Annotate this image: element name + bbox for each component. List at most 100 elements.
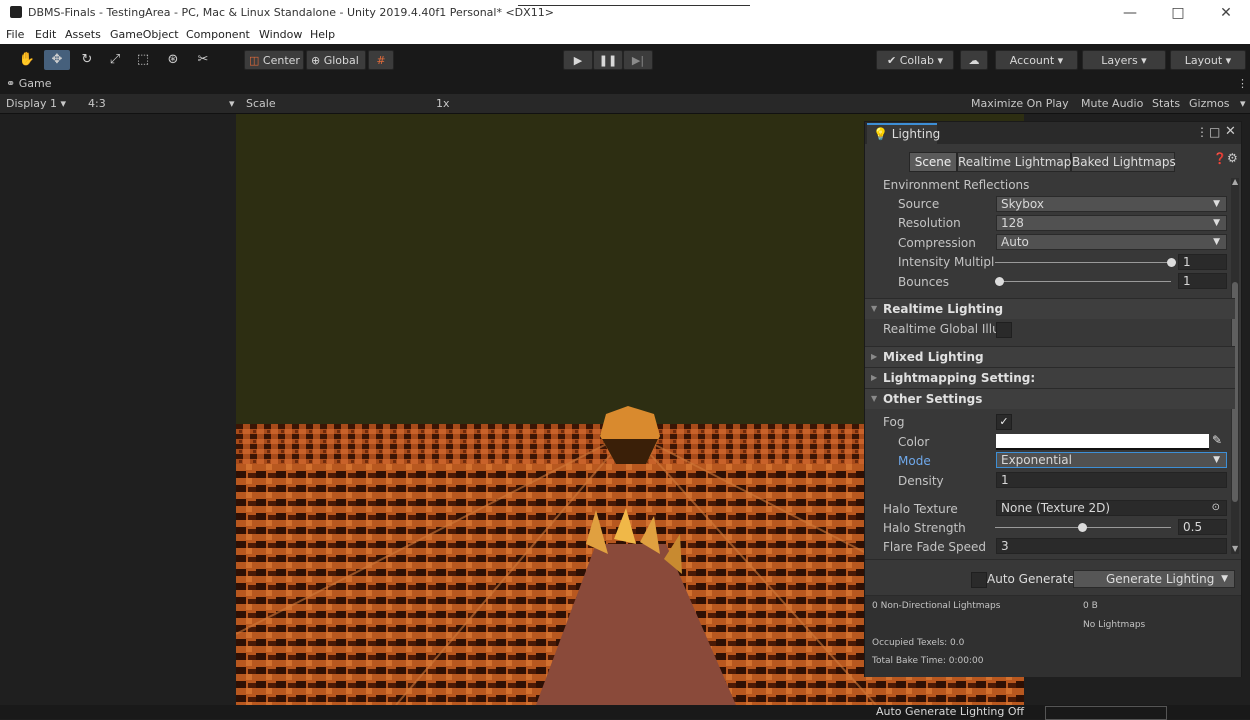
minimize-button[interactable]: — — [1110, 3, 1150, 23]
compression-dropdown[interactable]: Auto ▼ — [996, 234, 1227, 250]
menu-file[interactable]: File — [6, 28, 24, 41]
space-toggle[interactable]: ⊕ Global — [306, 50, 366, 70]
collab-label: Collab — [899, 54, 934, 67]
bounces-label: Bounces — [898, 275, 950, 289]
collab-dropdown[interactable]: ✔ Collab ▾ — [876, 50, 954, 70]
stats-toggle[interactable]: Stats — [1152, 97, 1180, 110]
mixed-lighting-foldout[interactable]: ▶ Mixed Lighting — [865, 346, 1235, 367]
help-icon[interactable]: ❓ — [1213, 152, 1227, 165]
hand-tool-icon[interactable]: ✋ — [14, 50, 40, 70]
object-picker-icon[interactable]: ⊙ — [1212, 501, 1220, 515]
lighting-tab-label: Lighting — [891, 127, 941, 141]
more-options-icon[interactable]: ⋮ — [1196, 125, 1208, 139]
scroll-up-icon[interactable]: ▲ — [1232, 177, 1238, 186]
settings-gear-icon[interactable]: ⚙ — [1227, 151, 1238, 165]
layout-label: Layout — [1184, 54, 1223, 67]
aspect-arrow-icon[interactable]: ▾ — [229, 97, 235, 110]
flare-fade-field[interactable]: 3 — [996, 538, 1227, 554]
halo-strength-field[interactable]: 0.5 — [1178, 519, 1227, 535]
realtime-gi-checkbox[interactable] — [996, 322, 1012, 338]
display-dropdown[interactable]: Display 1 ▾ — [6, 97, 66, 110]
maximize-panel-icon[interactable]: □ — [1209, 125, 1220, 139]
snap-grid-icon[interactable]: # — [368, 50, 394, 70]
dropdown-arrow-icon: ▼ — [1213, 199, 1220, 209]
tab-lighting[interactable]: 💡 Lighting — [867, 123, 940, 144]
intensity-slider-track[interactable] — [995, 262, 1171, 263]
halo-texture-value: None (Texture 2D) — [1001, 501, 1111, 515]
tab-game[interactable]: ⚭ Game — [6, 77, 51, 90]
step-button[interactable]: ▶| — [623, 50, 653, 70]
compression-label: Compression — [898, 236, 976, 250]
rotate-tool-icon[interactable]: ↻ — [74, 50, 100, 70]
source-value: Skybox — [1001, 197, 1044, 211]
custom-tool-icon[interactable]: ✂ — [190, 50, 216, 70]
play-button[interactable]: ▶ — [563, 50, 593, 70]
account-dropdown[interactable]: Account ▾ — [995, 50, 1078, 70]
fog-color-swatch[interactable] — [996, 434, 1209, 450]
lightmapping-settings-foldout[interactable]: ▶ Lightmapping Setting: — [865, 367, 1235, 388]
account-label: Account — [1009, 54, 1055, 67]
panel-menu-icon[interactable]: ⋮ — [1237, 77, 1248, 90]
status-progress-box — [1045, 706, 1167, 720]
subtab-realtime-lightmaps[interactable]: Realtime Lightmaps — [957, 152, 1078, 172]
move-tool-icon[interactable]: ✥ — [44, 50, 70, 70]
game-tab-label: Game — [18, 77, 52, 90]
other-settings-foldout[interactable]: ▼ Other Settings — [865, 388, 1235, 409]
title-bar: DBMS-Finals - TestingArea - PC, Mac & Li… — [0, 0, 1250, 26]
total-bake-time: Total Bake Time: 0:00:00 — [872, 656, 984, 666]
generate-lighting-button[interactable]: Generate Lighting ▼ — [1073, 570, 1235, 588]
bounces-slider-track[interactable] — [995, 281, 1171, 282]
pivot-toggle[interactable]: ◫ Center — [244, 50, 304, 70]
rect-tool-icon[interactable]: ⬚ — [130, 50, 156, 70]
generate-dropdown-arrow-icon[interactable]: ▼ — [1221, 571, 1228, 587]
cloud-icon[interactable]: ☁ — [960, 50, 988, 70]
main-toolbar: ✋ ✥ ↻ ⤢ ⬚ ⊛ ✂ ◫ Center ⊕ Global # ▶ ❚❚ ▶… — [0, 44, 1250, 76]
compression-value: Auto — [1001, 235, 1029, 249]
scale-value: 1x — [436, 97, 450, 110]
close-button[interactable]: ✕ — [1206, 3, 1246, 23]
resolution-value: 128 — [1001, 216, 1024, 230]
transform-tool-icon[interactable]: ⊛ — [160, 50, 186, 70]
fog-color-label: Color — [898, 435, 930, 449]
layers-dropdown[interactable]: Layers ▾ — [1082, 50, 1166, 70]
fog-mode-dropdown[interactable]: Exponential ▼ — [996, 452, 1227, 468]
mute-audio-toggle[interactable]: Mute Audio — [1081, 97, 1143, 110]
layout-dropdown[interactable]: Layout ▾ — [1170, 50, 1246, 70]
scale-tool-icon[interactable]: ⤢ — [102, 50, 128, 70]
auto-generate-checkbox[interactable] — [971, 572, 987, 588]
scroll-down-icon[interactable]: ▼ — [1232, 544, 1238, 553]
subtab-scene[interactable]: Scene — [909, 152, 957, 172]
menu-edit[interactable]: Edit — [35, 28, 56, 41]
halo-strength-label: Halo Strength — [883, 521, 966, 535]
menu-assets[interactable]: Assets — [65, 28, 101, 41]
intensity-field[interactable]: 1 — [1178, 254, 1227, 270]
bounces-slider-knob[interactable] — [995, 277, 1004, 286]
close-panel-icon[interactable]: ✕ — [1225, 124, 1236, 139]
fog-density-field[interactable]: 1 — [996, 472, 1227, 488]
maximize-on-play-toggle[interactable]: Maximize On Play — [971, 97, 1069, 110]
fog-checkbox[interactable]: ✓ — [996, 414, 1012, 430]
realtime-lighting-foldout[interactable]: ▼ Realtime Lighting — [865, 298, 1235, 319]
menu-help[interactable]: Help — [310, 28, 335, 41]
env-reflections-header: Environment Reflections — [883, 178, 1030, 192]
source-dropdown[interactable]: Skybox ▼ — [996, 196, 1227, 212]
bounces-field[interactable]: 1 — [1178, 273, 1227, 289]
aspect-dropdown[interactable]: 4:3 — [88, 97, 106, 110]
pause-button[interactable]: ❚❚ — [593, 50, 623, 70]
game-view-toolbar: Display 1 ▾ 4:3 ▾ Scale 1x Maximize On P… — [0, 94, 1250, 202]
gizmos-arrow-icon[interactable]: ▾ — [1240, 97, 1246, 110]
fog-label: Fog — [883, 415, 905, 429]
mixed-lighting-header: Mixed Lighting — [883, 350, 984, 364]
gizmos-dropdown[interactable]: Gizmos — [1189, 97, 1230, 110]
menu-component[interactable]: Component — [186, 28, 250, 41]
intensity-slider-knob[interactable] — [1167, 258, 1176, 267]
menu-window[interactable]: Window — [259, 28, 302, 41]
eyedropper-icon[interactable]: ✎ — [1212, 433, 1222, 447]
halo-strength-slider-knob[interactable] — [1078, 523, 1087, 532]
halo-texture-field[interactable]: None (Texture 2D) ⊙ — [996, 500, 1227, 516]
maximize-button[interactable]: □ — [1158, 3, 1198, 23]
menu-gameobject[interactable]: GameObject — [110, 28, 179, 41]
resolution-dropdown[interactable]: 128 ▼ — [996, 215, 1227, 231]
window-title: DBMS-Finals - TestingArea - PC, Mac & Li… — [28, 6, 554, 19]
subtab-baked-lightmaps[interactable]: Baked Lightmaps — [1071, 152, 1176, 172]
